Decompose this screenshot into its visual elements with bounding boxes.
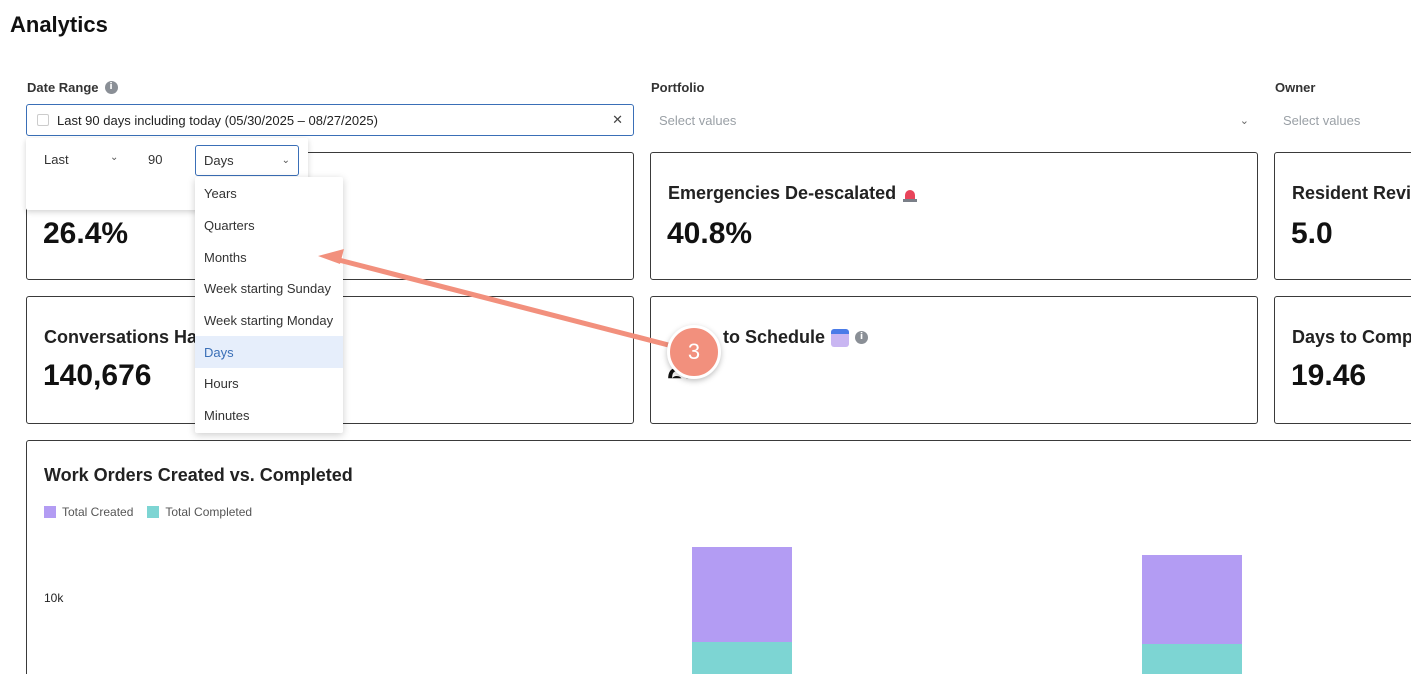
owner-placeholder: Select values	[1283, 112, 1361, 128]
info-icon[interactable]: i	[855, 331, 869, 344]
metric-title: Emergencies De-escalated	[668, 183, 918, 204]
legend-label: Total Completed	[165, 505, 253, 519]
chevron-down-icon[interactable]: ⌄	[110, 152, 118, 163]
step-number-badge: 3	[667, 325, 721, 379]
chevron-down-icon: ⌄	[281, 155, 290, 166]
metric-card-days-to-complete: Days to Comp 19.46	[1274, 296, 1411, 424]
metric-value: 19.46	[1291, 359, 1367, 392]
dropdown-option-hours[interactable]: Hours	[195, 368, 343, 400]
clear-icon[interactable]: ✕	[612, 113, 623, 128]
legend-swatch	[147, 506, 160, 518]
metric-card-emergencies: Emergencies De-escalated 40.8%	[650, 152, 1258, 280]
siren-icon	[902, 186, 918, 202]
page-title: Analytics	[10, 12, 108, 37]
owner-select[interactable]: Select values	[1275, 104, 1411, 136]
metric-title: Conversations Ha	[44, 327, 198, 347]
date-range-label-text: Date Range	[27, 80, 99, 95]
metric-title-text: to Schedule	[723, 327, 826, 347]
work-orders-chart: Work Orders Created vs. Completed Total …	[26, 440, 1411, 674]
calendar-icon	[37, 114, 49, 126]
metric-value: 40.8%	[667, 217, 753, 250]
metric-title-text: Emergencies De-escalated	[668, 183, 897, 203]
unit-select-value: Days	[204, 153, 234, 168]
legend-label: Total Created	[62, 505, 134, 519]
info-icon[interactable]: i	[104, 81, 118, 94]
chart-title: Work Orders Created vs. Completed	[44, 465, 353, 485]
relative-mode-select[interactable]: Last	[44, 152, 69, 167]
bar-created[interactable]	[1142, 555, 1242, 644]
date-range-label: Date Range i	[27, 80, 118, 95]
metric-value: 5.0	[1291, 217, 1333, 250]
unit-dropdown-menu: Years Quarters Months Week starting Sund…	[195, 177, 343, 433]
metric-value: 26.4%	[43, 217, 129, 250]
legend-item-completed[interactable]: Total Completed	[147, 505, 252, 519]
chevron-down-icon: ⌄	[1239, 113, 1249, 127]
dropdown-option-week-monday[interactable]: Week starting Monday	[195, 305, 343, 337]
chart-legend: Total Created Total Completed	[44, 505, 252, 519]
metric-value: 140,676	[43, 359, 152, 392]
metric-title: Days to Comp	[1292, 327, 1411, 347]
dropdown-option-minutes[interactable]: Minutes	[195, 400, 343, 432]
legend-item-created[interactable]: Total Created	[44, 505, 133, 519]
metric-title: to Schedule i	[723, 327, 869, 348]
portfolio-placeholder: Select values	[659, 112, 737, 128]
metric-title: Resident Revie	[1292, 183, 1411, 203]
bar-created[interactable]	[692, 547, 792, 642]
date-range-value: Last 90 days including today (05/30/2025…	[57, 112, 378, 128]
bar-completed[interactable]	[1142, 644, 1242, 674]
bar-completed[interactable]	[692, 642, 792, 674]
date-range-input[interactable]: Last 90 days including today (05/30/2025…	[26, 104, 634, 136]
dropdown-option-days[interactable]: Days	[195, 336, 343, 369]
dropdown-option-week-sunday[interactable]: Week starting Sunday	[195, 273, 343, 305]
amount-input[interactable]: 90	[148, 152, 162, 167]
dropdown-option-quarters[interactable]: Quarters	[195, 210, 343, 242]
unit-select[interactable]: Days ⌄	[195, 145, 299, 176]
portfolio-select[interactable]: Select values ⌄	[651, 104, 1257, 136]
portfolio-label: Portfolio	[651, 80, 705, 95]
dropdown-option-years[interactable]: Years	[195, 178, 343, 210]
owner-label: Owner	[1275, 80, 1316, 95]
metric-card-resident-reviews: Resident Revie 5.0	[1274, 152, 1411, 280]
y-tick-label: 10k	[44, 591, 64, 605]
dropdown-option-months[interactable]: Months	[195, 241, 343, 273]
metric-card-schedule: to Schedule i 64	[650, 296, 1258, 424]
legend-swatch	[44, 506, 56, 518]
calendar-icon	[831, 328, 850, 347]
